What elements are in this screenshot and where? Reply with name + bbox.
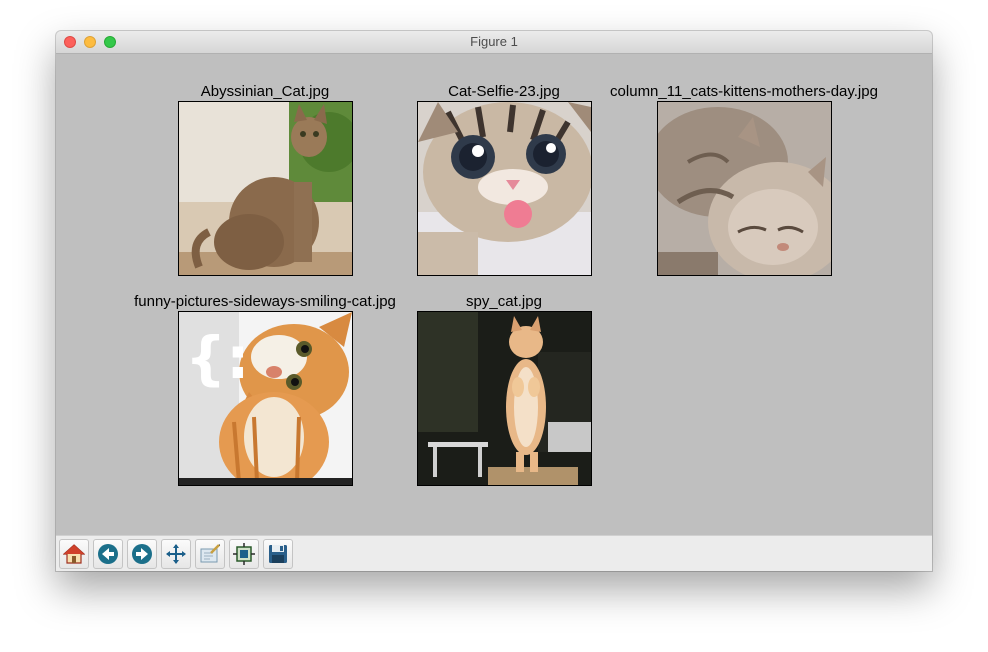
- back-arrow-icon: [98, 544, 118, 564]
- figure-canvas[interactable]: Abyssinian_Cat.jpg Cat-Selfie-23.jpg col…: [56, 54, 932, 535]
- image-title-abyssinian: Abyssinian_Cat.jpg: [200, 83, 330, 100]
- configure-subplots-button[interactable]: [229, 539, 259, 569]
- home-icon: [63, 544, 85, 564]
- figure-window: Figure 1 Abyssinian_Cat.jpg Cat-Selfie-2…: [56, 31, 932, 571]
- image-title-cat-selfie: Cat-Selfie-23.jpg: [448, 83, 560, 100]
- image-title-sleeping-kittens: column_11_cats-kittens-mothers-day.jpg: [610, 83, 878, 100]
- image-overlay-smiley: {:: [185, 324, 250, 392]
- save-floppy-icon: [269, 545, 287, 563]
- back-button[interactable]: [93, 539, 123, 569]
- pan-button[interactable]: [161, 539, 191, 569]
- pan-move-icon: [166, 544, 186, 564]
- zoom-rect-icon: [200, 544, 220, 563]
- image-sideways-smiling-cat: {:: [178, 311, 353, 486]
- image-title-sideways-cat: funny-pictures-sideways-smiling-cat.jpg: [134, 293, 396, 310]
- subplots-config-icon: [233, 543, 255, 565]
- forward-arrow-icon: [132, 544, 152, 564]
- image-cat-selfie: [417, 101, 592, 276]
- image-sleeping-kittens: [657, 101, 832, 276]
- image-spy-cat: [417, 311, 592, 486]
- forward-button[interactable]: [127, 539, 157, 569]
- zoom-rect-button[interactable]: [195, 539, 225, 569]
- save-button[interactable]: [263, 539, 293, 569]
- image-abyssinian-cat: [178, 101, 353, 276]
- home-button[interactable]: [59, 539, 89, 569]
- navigation-toolbar: [56, 535, 932, 571]
- title-bar[interactable]: Figure 1: [56, 31, 932, 54]
- image-title-spy-cat: spy_cat.jpg: [466, 293, 542, 310]
- window-title: Figure 1: [470, 34, 518, 49]
